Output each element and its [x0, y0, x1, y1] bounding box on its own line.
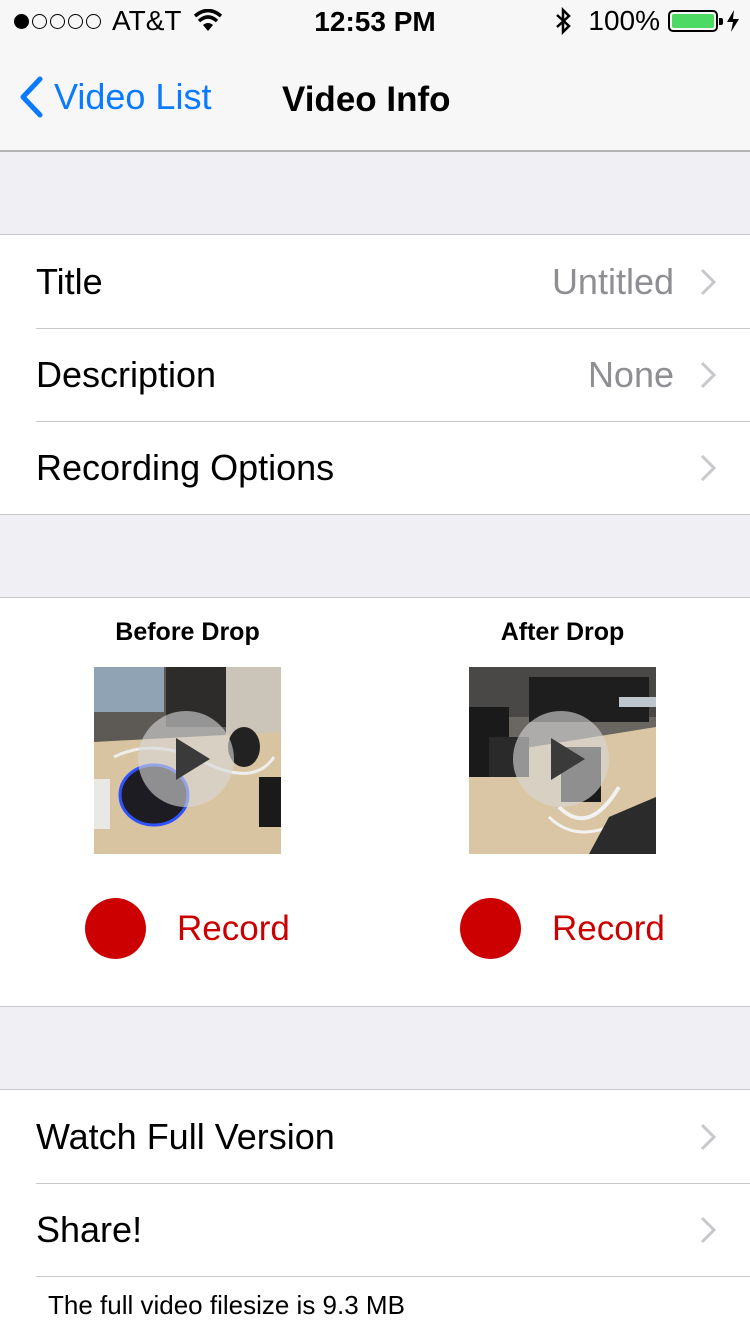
charging-bolt-icon — [727, 10, 739, 32]
after-drop-heading: After Drop — [500, 618, 625, 646]
title-value: Untitled — [551, 260, 674, 302]
title-label: Title — [36, 260, 103, 302]
status-right: 100% — [554, 5, 740, 36]
description-label: Description — [36, 353, 217, 395]
back-button-label: Video List — [54, 76, 212, 117]
media-group: Before Drop Record After Drop Record — [0, 597, 750, 1007]
recording-options-label: Recording Options — [36, 446, 335, 488]
navigation-bar: Video List Video Info — [0, 40, 750, 152]
battery-icon — [668, 10, 723, 32]
before-drop-thumbnail[interactable] — [94, 667, 281, 854]
watch-full-version-label: Watch Full Version — [36, 1115, 335, 1157]
watch-full-version-row[interactable]: Watch Full Version — [0, 1090, 750, 1183]
after-drop-record-label: Record — [552, 908, 665, 948]
chevron-right-icon — [700, 361, 716, 388]
status-bar: AT&T 12:53 PM 100% — [0, 0, 750, 40]
bluetooth-icon — [556, 7, 572, 35]
chevron-right-icon — [700, 1216, 716, 1243]
play-icon — [138, 711, 234, 807]
share-label: Share! — [36, 1208, 143, 1250]
chevron-right-icon — [700, 1123, 716, 1150]
chevron-left-icon — [20, 76, 43, 118]
description-row[interactable]: Description None — [0, 328, 750, 421]
description-value: None — [587, 353, 674, 395]
chevron-right-icon — [700, 454, 716, 481]
before-drop-record-label: Record — [177, 908, 290, 948]
record-icon — [460, 898, 521, 959]
details-group: Title Untitled Description None Recordin… — [0, 234, 750, 515]
after-drop-thumbnail[interactable] — [469, 667, 656, 854]
battery-percent: 100% — [588, 5, 660, 36]
record-icon — [85, 898, 146, 959]
filesize-note: The full video filesize is 9.3 MB — [0, 1276, 750, 1334]
recording-options-row[interactable]: Recording Options — [0, 421, 750, 514]
before-drop-heading: Before Drop — [115, 618, 260, 646]
share-row[interactable]: Share! — [0, 1183, 750, 1276]
page-title: Video Info — [282, 80, 451, 119]
play-icon — [513, 711, 609, 807]
title-row[interactable]: Title Untitled — [0, 235, 750, 328]
before-drop-record-button[interactable]: Record — [85, 898, 290, 959]
actions-group: Watch Full Version Share! The full video… — [0, 1089, 750, 1334]
back-button[interactable]: Video List — [18, 76, 211, 118]
chevron-right-icon — [700, 268, 716, 295]
after-drop-record-button[interactable]: Record — [460, 898, 665, 959]
